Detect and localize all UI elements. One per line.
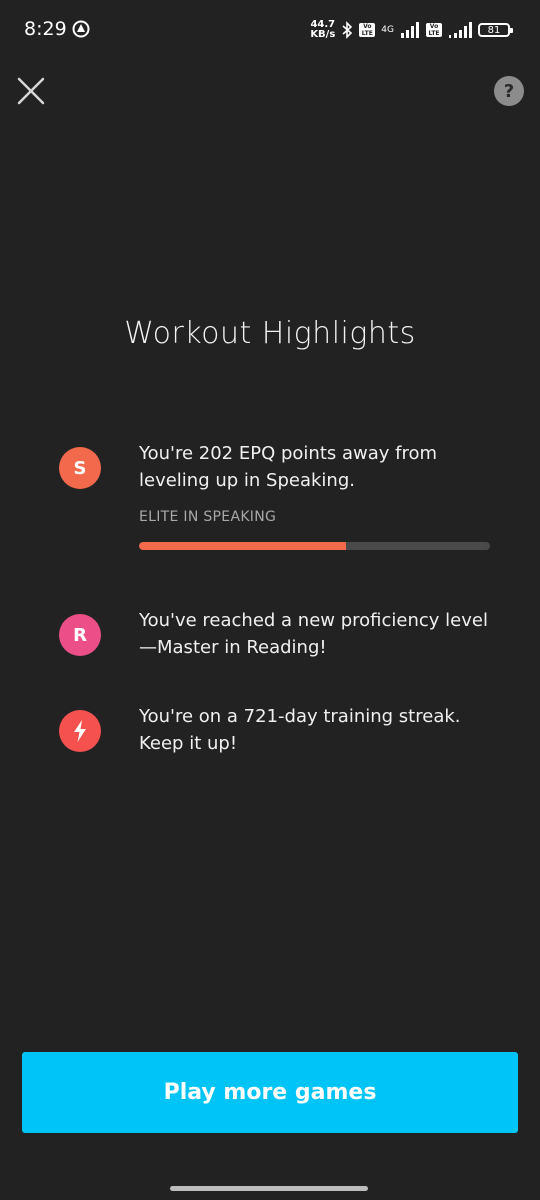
highlight-text: You're 202 EPQ points away from leveling… xyxy=(139,440,509,494)
signal-strength-icon-1 xyxy=(401,22,419,38)
reading-badge-letter: R xyxy=(73,624,87,646)
battery-level: 81 xyxy=(487,24,501,36)
speaking-badge-icon: S xyxy=(59,447,101,489)
speaking-badge-letter: S xyxy=(73,457,87,479)
status-bar: 8:29 44.7 KB/s Vo LTE 4G Vo LTE 81 xyxy=(0,0,540,60)
streak-badge xyxy=(59,710,101,752)
highlight-text-line: —Master in Reading! xyxy=(139,637,327,658)
app-notification-icon xyxy=(72,20,90,38)
bluetooth-icon xyxy=(342,21,353,39)
play-more-games-label: Play more games xyxy=(163,1080,377,1105)
help-icon: ? xyxy=(503,80,515,102)
network-speed: 44.7 KB/s xyxy=(310,20,335,40)
page-title: Workout Highlights xyxy=(124,316,416,351)
close-button[interactable] xyxy=(14,74,48,108)
signal-strength-icon-2 xyxy=(449,22,472,38)
battery-indicator: 81 xyxy=(478,23,513,37)
lightning-bolt-icon xyxy=(74,720,86,742)
highlight-text: You're on a 721-day training streak. Kee… xyxy=(139,703,509,757)
volte-badge-2: Vo LTE xyxy=(426,23,442,37)
level-progress-fill xyxy=(139,542,347,550)
status-indicators: 44.7 KB/s Vo LTE 4G Vo LTE 81 xyxy=(310,18,513,42)
highlight-text-line: You're on a 721-day training streak. xyxy=(139,706,461,727)
home-indicator[interactable] xyxy=(170,1186,368,1191)
highlight-text-line: leveling up in Speaking. xyxy=(139,470,355,491)
highlight-text-line: You've reached a new proficiency level xyxy=(139,610,488,631)
network-type-label: 4G xyxy=(381,24,394,35)
level-label: ELITE IN SPEAKING xyxy=(139,509,277,525)
network-type: 4G xyxy=(381,24,394,35)
highlight-text-line: Keep it up! xyxy=(139,733,238,754)
help-button[interactable]: ? xyxy=(494,76,524,106)
level-progress-bar xyxy=(139,542,490,550)
status-time: 8:29 xyxy=(24,18,67,40)
volte-badge-1: Vo LTE xyxy=(359,23,376,37)
play-more-games-button[interactable]: Play more games xyxy=(22,1052,518,1133)
highlight-text-line: You're 202 EPQ points away from xyxy=(139,443,438,464)
highlight-text: You've reached a new proficiency level —… xyxy=(139,607,509,661)
network-speed-unit: KB/s xyxy=(310,29,336,40)
reading-badge-icon: R xyxy=(59,614,101,656)
close-icon xyxy=(17,77,45,105)
